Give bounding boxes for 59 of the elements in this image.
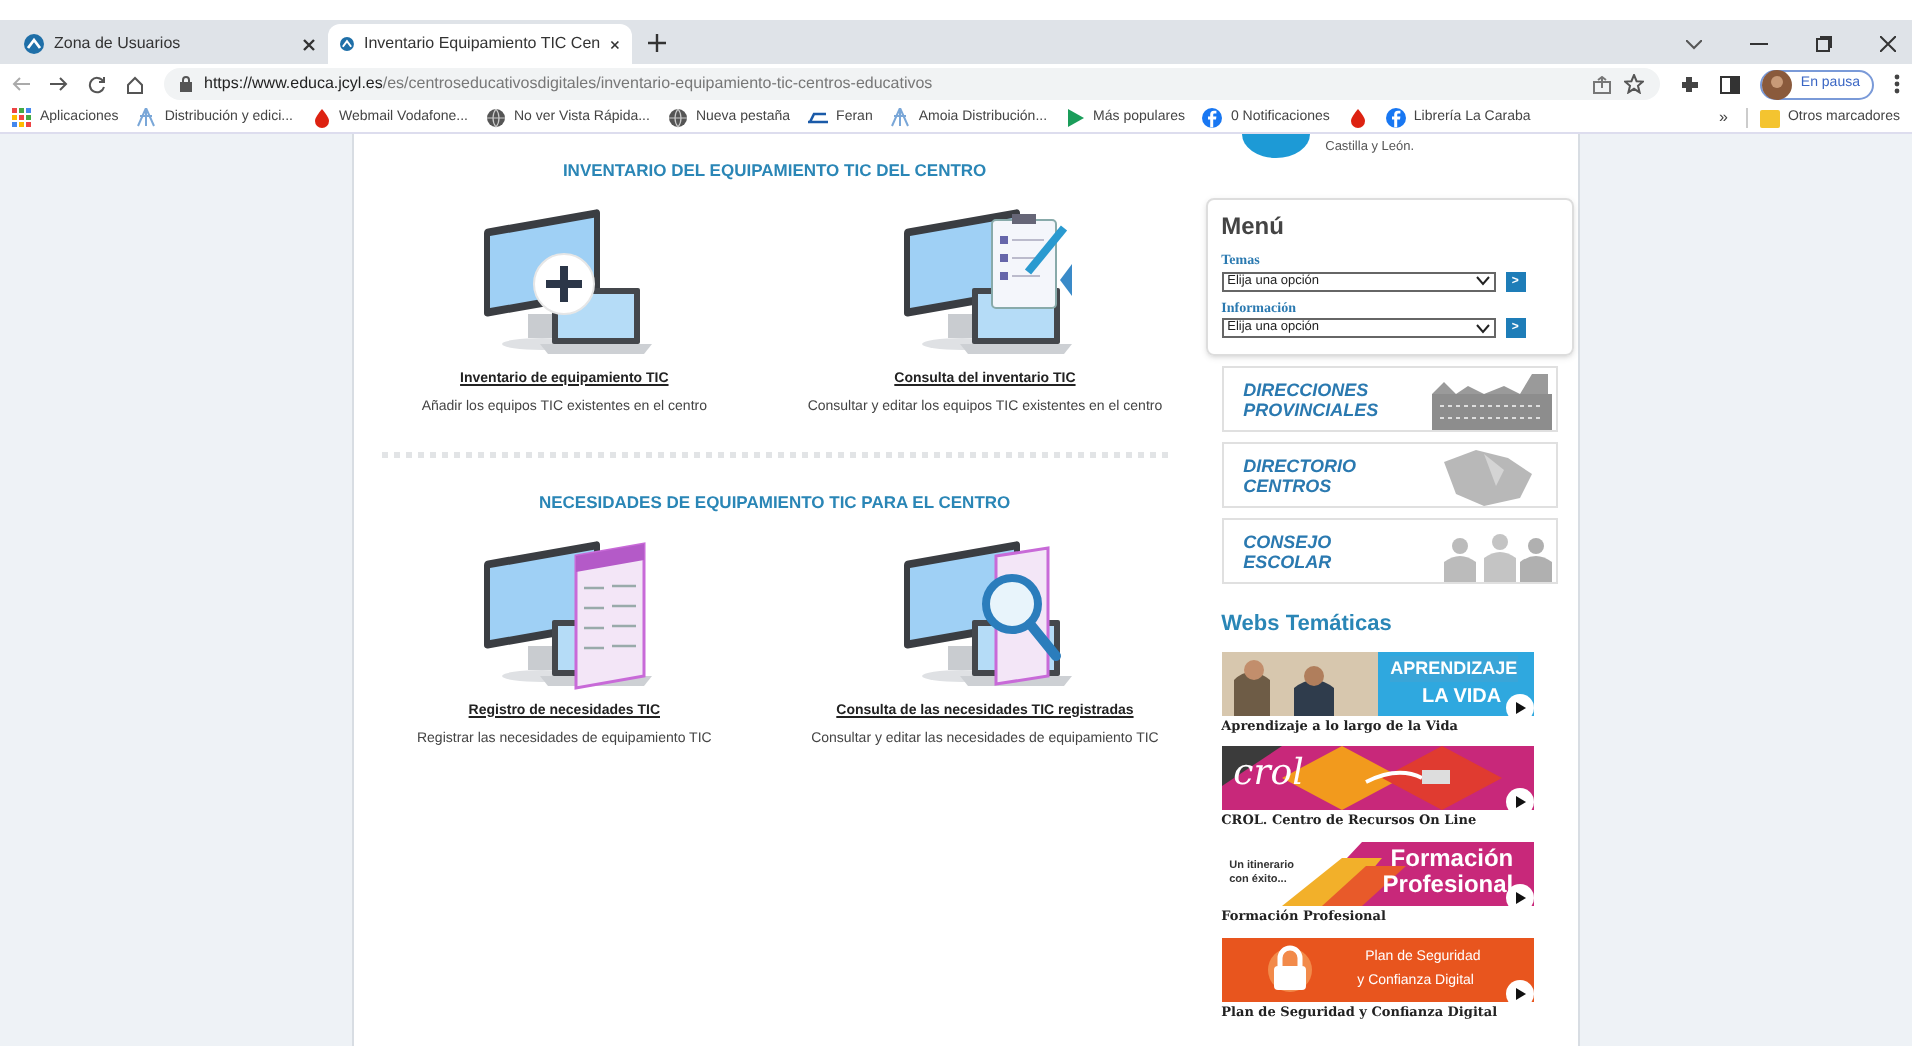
new-tab-icon <box>648 34 666 52</box>
chevron-down-icon <box>1475 323 1490 333</box>
reload-icon <box>88 75 106 93</box>
banner-text: crol <box>1233 752 1304 797</box>
address-bar[interactable]: https://www.educa.jcyl.es/es/centroseducativosdigitales/inventario-equipamiento-tic-centros-educativos <box>164 68 1661 100</box>
link-text: CENTROS <box>1243 475 1334 495</box>
back-icon <box>12 76 30 92</box>
globe-icon <box>485 108 506 128</box>
play-icon <box>1505 693 1534 715</box>
close-icon <box>610 37 620 51</box>
link-text: PROVINCIALES <box>1243 399 1379 419</box>
image-link[interactable]: DIRECTORIO CENTROS <box>1221 442 1558 508</box>
tree-icon <box>890 108 911 128</box>
lock-icon <box>180 76 192 92</box>
webs-title: Webs Temáticas <box>1221 610 1394 640</box>
globe-icon <box>667 108 688 128</box>
close-icon <box>1880 36 1896 52</box>
banner-text: APRENDIZAJE <box>1390 655 1518 682</box>
side-panel-icon <box>1720 75 1741 93</box>
play-icon <box>1505 788 1534 811</box>
restore-icon <box>1816 36 1832 52</box>
logo-icon <box>1241 134 1310 158</box>
site-logo-icon <box>24 34 44 54</box>
share-icon <box>1592 75 1613 93</box>
link-text: CONSEJO <box>1243 531 1332 551</box>
chevron-down-icon <box>1686 39 1702 49</box>
folder-icon <box>1759 109 1780 127</box>
image-link[interactable]: DIRECCIONES PROVINCIALES <box>1221 366 1558 432</box>
more-menu-icon <box>1894 74 1900 94</box>
apps-grid-icon <box>12 108 32 128</box>
bookmark-item[interactable] <box>1347 108 1368 128</box>
play-icon <box>1505 979 1534 1002</box>
link-text: DIRECTORIO <box>1243 455 1356 475</box>
link-text: ESCOLAR <box>1243 551 1332 571</box>
tree-icon <box>136 108 157 128</box>
play-icon <box>1065 108 1086 128</box>
url-text: https://www.educa.jcyl.es/es/centroseducativosdigitales/inventario-equipamiento-tic-centros-educativos <box>204 72 933 96</box>
section-title: NECESIDADES DE EQUIPAMIENTO TIC PARA EL CENTRO <box>536 489 1013 515</box>
drop-icon <box>311 108 332 128</box>
home-icon <box>126 75 144 93</box>
browser-tab[interactable]: Zona de Usuarios <box>12 24 328 64</box>
banner-text: Formación Profesional <box>1380 846 1514 898</box>
menu-title: Menú <box>1221 210 1286 244</box>
site-logo-icon <box>340 34 354 54</box>
section-title: INVENTARIO DEL EQUIPAMIENTO TIC DEL CENTRO <box>560 158 989 184</box>
forward-icon <box>50 76 68 92</box>
puzzle-icon <box>1680 74 1701 94</box>
chevron-down-icon <box>1475 276 1490 286</box>
close-icon <box>302 37 316 51</box>
more-bookmarks-button[interactable]: » <box>1719 106 1728 130</box>
link-text: DIRECCIONES <box>1243 379 1371 399</box>
banner-text: LA VIDA <box>1421 683 1502 711</box>
image-link[interactable]: CONSEJO ESCOLAR <box>1221 518 1558 584</box>
star-icon <box>1624 74 1645 94</box>
browser-tab[interactable]: Inventario Equipamiento TIC Cen <box>328 24 632 64</box>
avatar-icon <box>1762 69 1793 99</box>
drop-icon <box>1347 108 1368 128</box>
minimize-icon <box>1750 42 1768 46</box>
bookmark-logo-icon <box>808 108 829 128</box>
